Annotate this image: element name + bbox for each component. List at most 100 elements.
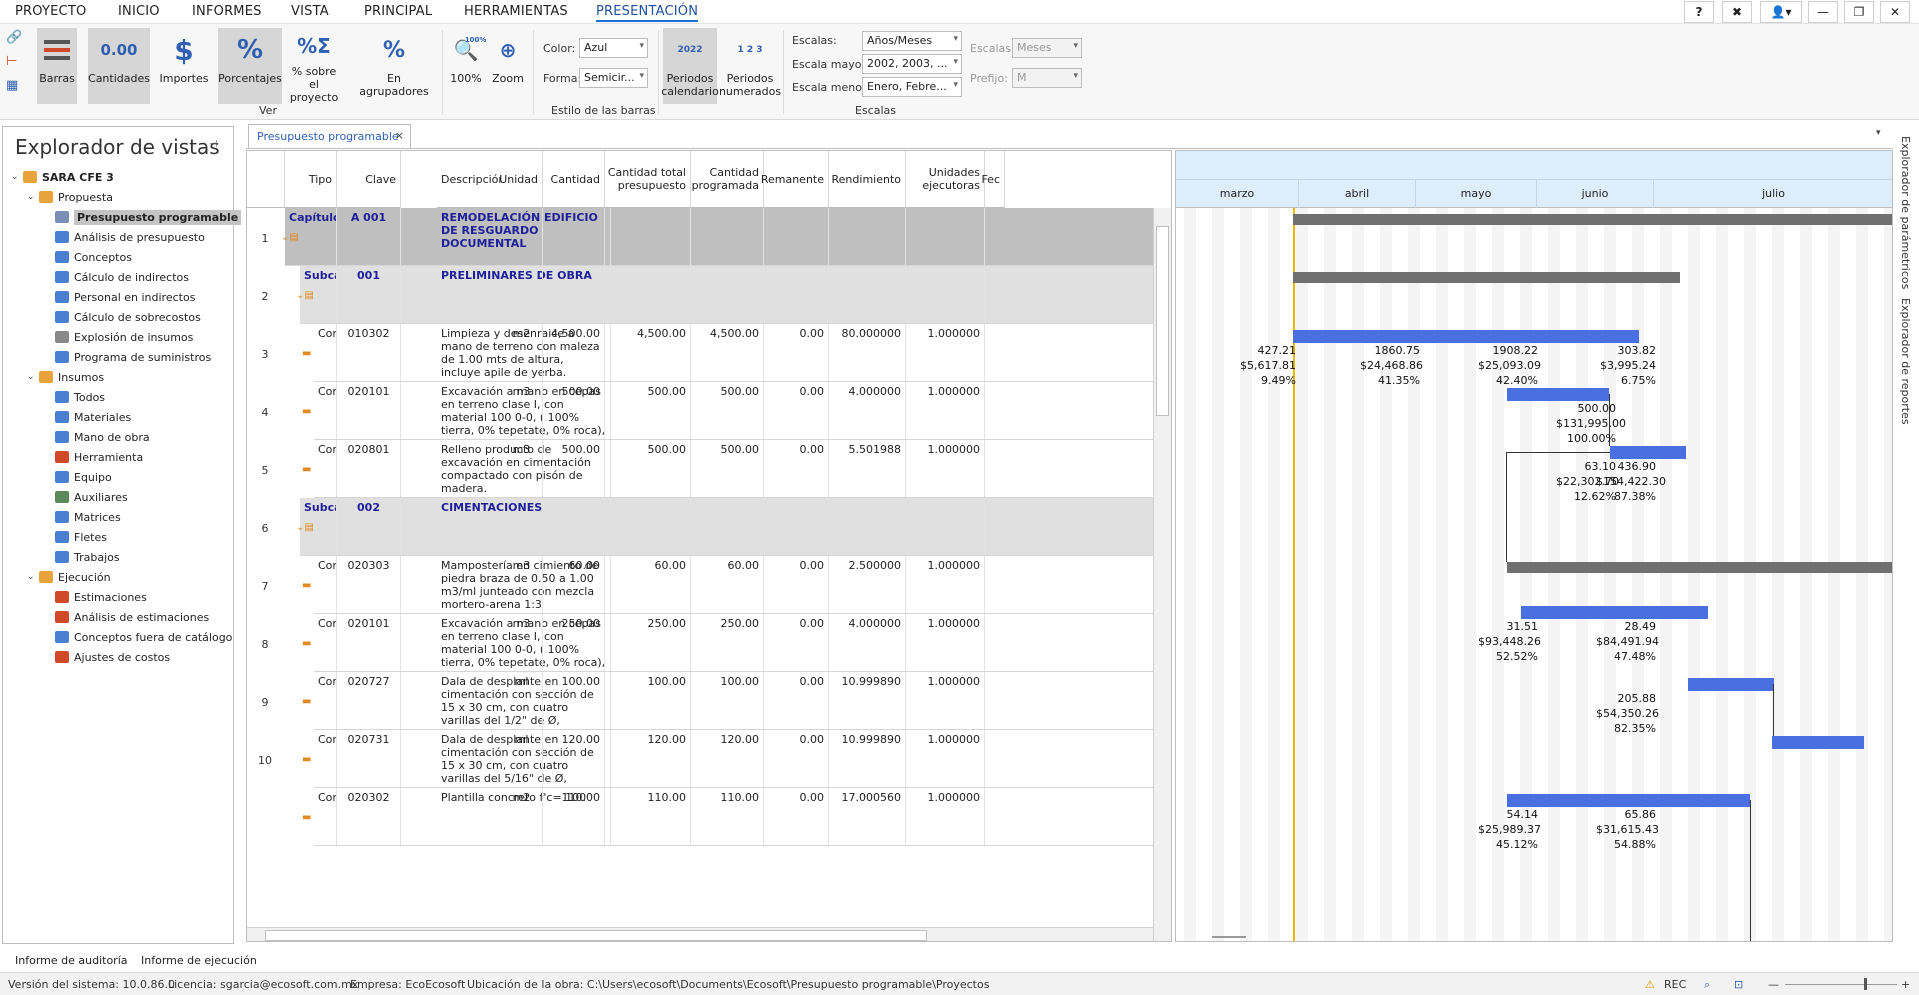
user-icon[interactable]: 👤▾ [1760,1,1802,23]
periodos-calendario-button[interactable]: 2022 Periodos calendario [661,28,719,104]
task-bar[interactable] [1507,794,1750,807]
pin-icon[interactable]: ⊣ [209,139,218,150]
expand-icon[interactable]: ⌄ [11,172,23,182]
informe-ejecucion-link[interactable]: Informe de ejecución [141,954,257,967]
tab-menu-icon[interactable]: ▾ [1876,128,1881,138]
task-bar[interactable] [1772,736,1864,749]
grid-hscroll-thumb[interactable] [265,930,927,941]
cell-cant[interactable]: 250.00 [543,614,605,671]
cell-tipo[interactable]: Concepto [314,556,337,613]
menu-vista[interactable]: VISTA [291,4,329,19]
concept-icon[interactable]: ▬ [302,464,311,475]
concept-icon[interactable]: ▬ [302,348,311,359]
cell-clave[interactable]: 020101 [337,382,401,439]
cell-ue[interactable]: 1.000000 [906,672,985,729]
tree-item[interactable]: Personal en indirectos [43,288,195,306]
tree-item[interactable]: Explosión de insumos [43,328,193,346]
tree-item[interactable]: Matrices [43,508,121,526]
cell-prog[interactable]: 250.00 [691,614,764,671]
link-icon[interactable]: 🔗 [6,30,26,48]
calendar-icon[interactable]: ▦ [6,78,26,96]
tree-item[interactable]: ⌄ Propuesta [27,188,113,206]
expand-icon[interactable]: ⌄ [27,372,39,382]
grid-scroll-thumb[interactable] [1156,226,1169,416]
menu-proyecto[interactable]: PROYECTO [15,4,86,19]
tree-item[interactable]: ⌄ Insumos [27,368,104,386]
cell-prog[interactable]: 4,500.00 [691,324,764,381]
cell-rend[interactable]: 17.000560 [829,788,906,845]
grid-horizontal-scrollbar[interactable] [247,927,1153,941]
concept-icon[interactable]: ▬ [302,696,311,707]
column-header[interactable]: Unidades ejecutoras [906,151,985,208]
hierarchy-icon[interactable]: ⊢ [6,54,26,72]
grid-vertical-scrollbar[interactable] [1153,208,1171,941]
cell-ue[interactable]: 1.000000 [906,556,985,613]
cell-cant[interactable]: 4,500.00 [543,324,605,381]
summary-bar[interactable] [1507,562,1892,573]
cell-tipo[interactable]: Subcapítulo [300,498,337,555]
cell-ue[interactable]: 1.000000 [906,324,985,381]
column-header[interactable]: Cantidad total presupuesto [605,151,691,208]
menu-principal[interactable]: PRINCIPAL [364,4,432,19]
cell-total[interactable]: 60.00 [605,556,691,613]
parametricos-explorer-tab[interactable]: Explorador de parámetricos [1899,136,1912,289]
cell-clave[interactable]: 001 [337,266,401,323]
cell-prog[interactable]: 60.00 [691,556,764,613]
cell-ue[interactable]: 1.000000 [906,788,985,845]
concept-icon[interactable]: ▬ [302,812,311,823]
tree-item[interactable]: ⌄ SARA CFE 3 [11,168,114,186]
cell-unidad[interactable]: m3 [501,614,543,671]
zoom-slider[interactable] [1785,984,1897,985]
task-bar[interactable] [1688,678,1774,691]
escalas2-select[interactable]: Meses [1012,38,1082,58]
column-header[interactable]: Tipo [285,151,337,208]
cell-rem[interactable]: 0.00 [764,788,829,845]
cell-total[interactable]: 250.00 [605,614,691,671]
pct-sobre-button[interactable]: %Σ % sobre el proyecto [286,28,342,104]
escala-menor-select[interactable]: Enero, Febre... [862,77,962,97]
cell-tipo[interactable]: Subcapítulo [300,266,337,323]
periodos-numerados-button[interactable]: 1 2 3 Periodos numerados [719,28,781,104]
tree-item[interactable]: ⌄ Ejecución [27,568,111,586]
tools-icon[interactable]: ✖ [1722,1,1752,23]
cell-total[interactable]: 110.00 [605,788,691,845]
tree-item[interactable]: Fletes [43,528,107,546]
color-select[interactable]: Azul [579,38,648,58]
expand-icon[interactable]: ⌄ [27,192,39,202]
en-agrupadores-button[interactable]: % En agrupadores [352,28,436,104]
cell-prog[interactable]: 100.00 [691,672,764,729]
cell-unidad[interactable]: m3 [501,382,543,439]
table-row[interactable]: 6⌄▤Subcapítulo002CIMENTACIONES [262,498,1153,556]
table-row[interactable]: 2⌄▤Subcapítulo001PRELIMINARES DE OBRA [262,266,1153,324]
table-row[interactable]: 4▬Concepto020101Excavación a mano en cep… [262,382,1153,440]
tree-item[interactable]: Equipo [43,468,112,486]
escala-mayor-select[interactable]: 2002, 2003, ... [862,54,962,74]
menu-presentacion[interactable]: PRESENTACIÓN [596,4,699,22]
cell-clave[interactable]: 020801 [337,440,401,497]
importes-button[interactable]: $ Importes [159,28,209,104]
tab-close-icon[interactable]: × [395,129,404,142]
cell-cant[interactable]: 500.00 [543,440,605,497]
cell-clave[interactable]: 020731 [337,730,401,787]
table-row[interactable]: 10▬Concepto020731Dala de desplante en ci… [258,730,1153,788]
tree-item[interactable]: Todos [43,388,105,406]
column-header[interactable]: Rendimiento [829,151,906,208]
cell-rem[interactable]: 0.00 [764,556,829,613]
task-bar[interactable] [1521,606,1708,619]
tree-item[interactable]: Conceptos [43,248,132,266]
cell-rem[interactable]: 0.00 [764,672,829,729]
column-header[interactable]: Cantidad [543,151,605,208]
cell-rem[interactable]: 0.00 [764,324,829,381]
cell-total[interactable]: 100.00 [605,672,691,729]
cell-prog[interactable]: 500.00 [691,440,764,497]
search-icon[interactable]: ⌕ [1704,978,1710,992]
cell-tipo[interactable]: Concepto [314,440,337,497]
task-bar[interactable] [1610,446,1686,459]
escalas-select[interactable]: Años/Meses [862,31,962,51]
cell-tipo[interactable]: Concepto [314,382,337,439]
cell-unidad[interactable]: ml [501,730,543,787]
column-header[interactable]: Clave [337,151,401,208]
table-row[interactable]: 9▬Concepto020727Dala de desplante en cim… [262,672,1153,730]
cell-clave[interactable]: 020302 [337,788,401,845]
cell-rend[interactable]: 4.000000 [829,382,906,439]
